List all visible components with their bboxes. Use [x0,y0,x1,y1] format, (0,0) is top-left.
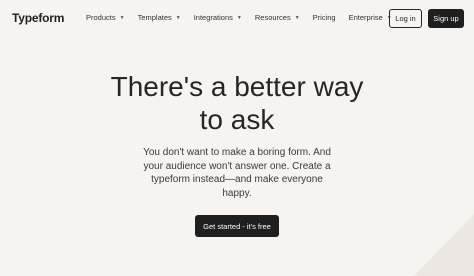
menu-item-label: Pricing [312,13,336,22]
menu-item-products[interactable]: Products ▼ [86,13,125,22]
menu-item-label: Resources [254,13,291,22]
get-started-button[interactable]: Get started - it's free [195,215,279,237]
menu-item-integrations[interactable]: Integrations ▼ [194,13,242,22]
hero-title: There's a better way to ask [0,70,474,136]
chevron-down-icon: ▼ [175,14,181,21]
menu-item-label: Integrations [193,13,233,22]
hero-subtitle: You don't want to make a boring form. An… [143,147,331,199]
menu-item-templates[interactable]: Templates ▼ [138,13,181,22]
page: Typeform Products ▼ Templates ▼ Integrat… [0,0,474,276]
top-navigation: Typeform Products ▼ Templates ▼ Integrat… [0,0,474,36]
menu-item-resources[interactable]: Resources ▼ [255,13,300,22]
hero-title-line-2: to ask [199,104,275,135]
chevron-down-icon: ▼ [119,14,125,21]
menu-item-label: Templates [137,13,172,22]
hero-title-line-1: There's a better way [110,71,364,102]
login-button[interactable]: Log in [389,9,422,28]
signup-button[interactable]: Sign up [428,9,464,28]
menu-item-label: Products [86,13,116,22]
main-menu: Products ▼ Templates ▼ Integrations ▼ Re… [86,13,392,22]
menu-item-enterprise[interactable]: Enterprise ▼ [349,13,392,22]
chevron-down-icon: ▼ [294,14,300,21]
menu-item-label: Enterprise [348,13,383,22]
decorative-corner-shape [414,214,474,276]
typeform-logo[interactable]: Typeform [12,11,64,25]
menu-item-pricing[interactable]: Pricing [313,13,336,22]
chevron-down-icon: ▼ [236,14,242,21]
